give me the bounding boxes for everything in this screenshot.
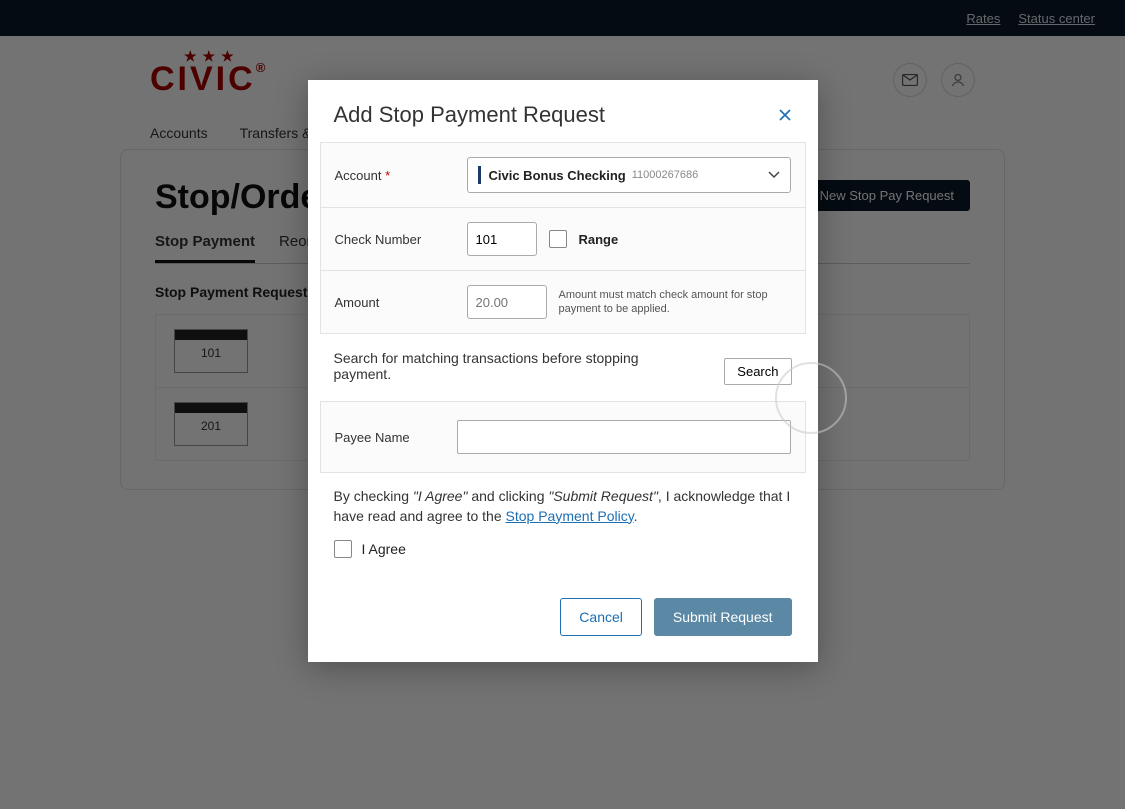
close-button[interactable] [778, 108, 792, 122]
check-number-row: Check Number Range [321, 208, 805, 271]
payee-name-input[interactable] [457, 420, 791, 454]
payee-label: Payee Name [335, 430, 445, 445]
range-label: Range [579, 232, 619, 247]
payee-row: Payee Name [320, 401, 806, 473]
cancel-button[interactable]: Cancel [560, 598, 642, 636]
account-name: Civic Bonus Checking [489, 168, 626, 183]
close-icon [778, 108, 792, 122]
account-indicator-icon [478, 166, 481, 184]
agree-label: I Agree [362, 541, 406, 557]
chevron-down-icon [768, 171, 780, 179]
form-block: Account * Civic Bonus Checking 110002676… [320, 142, 806, 334]
account-row: Account * Civic Bonus Checking 110002676… [321, 143, 805, 208]
account-label: Account * [335, 168, 455, 183]
range-checkbox[interactable] [549, 230, 567, 248]
legal-text: By checking "I Agree" and clicking "Subm… [308, 473, 818, 526]
modal-title: Add Stop Payment Request [334, 102, 606, 128]
check-number-label: Check Number [335, 232, 455, 247]
amount-helper-text: Amount must match check amount for stop … [559, 288, 791, 317]
stop-payment-modal: Add Stop Payment Request Account * Civic… [308, 80, 818, 662]
amount-row: Amount Amount must match check amount fo… [321, 271, 805, 333]
submit-button[interactable]: Submit Request [654, 598, 792, 636]
amount-label: Amount [335, 295, 455, 310]
stop-payment-policy-link[interactable]: Stop Payment Policy [506, 508, 634, 524]
account-select[interactable]: Civic Bonus Checking 11000267686 [467, 157, 791, 193]
check-number-input[interactable] [467, 222, 537, 256]
agree-checkbox[interactable] [334, 540, 352, 558]
search-instruction: Search for matching transactions before … [334, 350, 674, 382]
account-number: 11000267686 [632, 169, 698, 181]
search-button[interactable]: Search [724, 358, 791, 385]
amount-input[interactable] [467, 285, 547, 319]
